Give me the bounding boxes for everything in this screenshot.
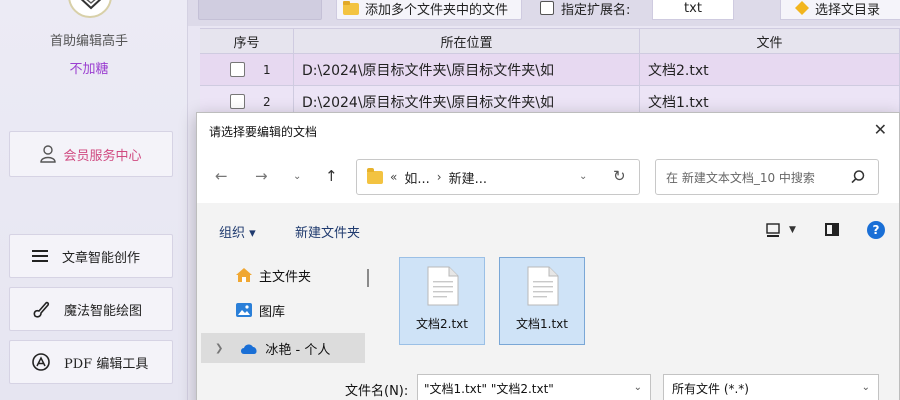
avatar[interactable] [68, 0, 112, 18]
nav-label: PDF 编辑工具 [64, 356, 149, 372]
address-dropdown-icon[interactable]: ⌄ [579, 171, 587, 182]
row-index-cell: 1 [200, 54, 294, 85]
nav-pane-label: 冰艳 - 个人 [265, 342, 331, 358]
col-header-location[interactable]: 所在位置 [294, 29, 640, 53]
ext-checkbox-group[interactable]: 指定扩展名: [540, 0, 630, 20]
up-arrow-icon[interactable]: ↑ [325, 167, 338, 185]
row-filename: 文档2.txt [640, 54, 900, 85]
organize-button[interactable]: 组织 ▾ [219, 222, 256, 241]
file-name: 文档1.txt [516, 317, 568, 331]
brush-icon [33, 301, 50, 318]
ext-checkbox-label: 指定扩展名: [561, 2, 631, 18]
nav-pane-home[interactable]: 主文件夹 [201, 260, 365, 290]
nav-magic-drawing[interactable]: 魔法智能绘图 [9, 287, 173, 331]
cloud-icon [241, 343, 257, 354]
back-arrow-icon[interactable]: ← [215, 167, 228, 185]
forward-arrow-icon[interactable]: → [255, 167, 268, 185]
chevron-right-icon[interactable]: ❯ [215, 343, 223, 354]
nav-pane-label: 主文件夹 [259, 269, 312, 285]
filename-input[interactable]: "文档1.txt" "文档2.txt" ⌄ [417, 374, 651, 400]
nav-label: 文章智能创作 [62, 250, 141, 266]
text-file-icon [527, 266, 559, 306]
search-icon [851, 170, 865, 184]
breadcrumb-item[interactable]: 新建... [449, 168, 487, 187]
sidebar: 首助编辑高手 不加糖 会员服务中心 文章智能创作 魔法智能绘图 PDF 编辑工具 [0, 0, 188, 400]
text-file-icon [427, 266, 459, 306]
output-label: 选择文目录 [815, 2, 881, 18]
diamond-icon [795, 1, 809, 15]
nav-pane-onedrive[interactable]: ❯ 冰艳 - 个人 [201, 333, 365, 363]
breadcrumb-item[interactable]: 如... [404, 168, 429, 187]
folder-icon [367, 167, 383, 184]
preview-pane-icon[interactable] [825, 223, 839, 236]
add-multi-folder-files-button[interactable]: 添加多个文件夹中的文件 [336, 0, 522, 20]
address-bar[interactable]: « 如... › 新建... [356, 159, 640, 195]
row-location: D:\2024\原目标文件夹\原目标文件夹\如 [294, 54, 640, 85]
ext-checkbox[interactable] [540, 1, 554, 15]
main-toolbar: 添加多个文件夹中的文件 指定扩展名: txt 选择文目录 [188, 0, 900, 26]
view-mode-icon[interactable] [765, 223, 781, 239]
dialog-command-bar: 组织 ▾ 新建文件夹 ▼ ? [197, 213, 899, 247]
grid-header: 序号 所在位置 文件 [200, 28, 900, 54]
user-name[interactable]: 不加糖 [0, 58, 178, 77]
nav-label: 魔法智能绘图 [64, 303, 143, 319]
chevron-down-icon[interactable]: ⌄ [293, 171, 301, 182]
toolbar-button[interactable] [198, 0, 322, 20]
avatar-face-icon [80, 0, 102, 10]
close-icon[interactable]: ✕ [874, 120, 887, 139]
dialog-titlebar[interactable]: 请选择要编辑的文档 ✕ [197, 113, 899, 149]
menu-lines-icon [32, 250, 48, 262]
file-grid: 序号 所在位置 文件 1 D:\2024\原目标文件夹\原目标文件夹\如 文档2… [200, 28, 900, 118]
user-icon [40, 145, 57, 163]
view-dropdown-icon[interactable]: ▼ [789, 225, 796, 235]
ext-input[interactable]: txt [652, 0, 734, 20]
filetype-value: 所有文件 (*.*) [672, 381, 749, 396]
breadcrumb-overflow[interactable]: « [390, 170, 397, 184]
search-placeholder: 在 新建文本文档_10 中搜索 [666, 170, 815, 185]
nav-pane-label: 图库 [259, 304, 286, 320]
add-multi-folder-label: 添加多个文件夹中的文件 [365, 2, 509, 18]
member-center-label: 会员服务中心 [63, 148, 142, 164]
row-checkbox[interactable] [230, 62, 245, 77]
dialog-title: 请选择要编辑的文档 [209, 125, 318, 139]
file-list: 文档2.txt 文档1.txt [377, 249, 897, 367]
nav-pane-gallery[interactable]: 图库 [201, 295, 365, 325]
filename-row: 文件名(N): "文档1.txt" "文档2.txt" ⌄ 所有文件 (*.*)… [197, 365, 899, 400]
open-file-dialog: 请选择要编辑的文档 ✕ ← → ⌄ ↑ « 如... › 新建... ⌄ ↻ 在… [196, 112, 900, 400]
file-name: 文档2.txt [416, 317, 468, 331]
file-tile[interactable]: 文档2.txt [399, 257, 485, 345]
nav-pdf-tools[interactable]: PDF 编辑工具 [9, 340, 173, 384]
pdf-logo-icon [32, 353, 50, 371]
home-icon [236, 268, 252, 282]
member-center-button[interactable]: 会员服务中心 [9, 131, 173, 177]
chevron-down-icon[interactable]: ⌄ [862, 382, 870, 393]
refresh-icon[interactable]: ↻ [613, 167, 626, 185]
row-index: 2 [263, 94, 271, 109]
search-input[interactable]: 在 新建文本文档_10 中搜索 [655, 159, 879, 195]
col-header-index[interactable]: 序号 [200, 29, 294, 53]
new-folder-button[interactable]: 新建文件夹 [295, 222, 360, 241]
filename-label: 文件名(N): [345, 384, 409, 399]
row-checkbox[interactable] [230, 94, 245, 109]
help-icon[interactable]: ? [867, 221, 885, 239]
chevron-down-icon[interactable]: ⌄ [634, 382, 642, 393]
select-output-dir-button[interactable]: 选择文目录 [780, 0, 900, 20]
table-row[interactable]: 1 D:\2024\原目标文件夹\原目标文件夹\如 文档2.txt [200, 54, 900, 86]
app-name: 首助编辑高手 [49, 34, 128, 49]
pane-splitter[interactable] [367, 269, 369, 287]
filename-value: "文档1.txt" "文档2.txt" [424, 381, 554, 396]
dialog-nav-bar: ← → ⌄ ↑ « 如... › 新建... ⌄ ↻ 在 新建文本文档_10 中… [197, 149, 899, 203]
col-header-name[interactable]: 文件 [640, 29, 900, 53]
nav-article-writing[interactable]: 文章智能创作 [9, 234, 173, 278]
gallery-icon [236, 303, 252, 317]
filetype-select[interactable]: 所有文件 (*.*) ⌄ [663, 374, 879, 400]
file-tile[interactable]: 文档1.txt [499, 257, 585, 345]
folder-add-icon [343, 1, 359, 15]
row-index: 1 [263, 62, 271, 77]
breadcrumb-chevron-icon: › [436, 170, 442, 184]
navigation-pane: 主文件夹 图库 ❯ 冰艳 - 个人 [197, 253, 369, 365]
